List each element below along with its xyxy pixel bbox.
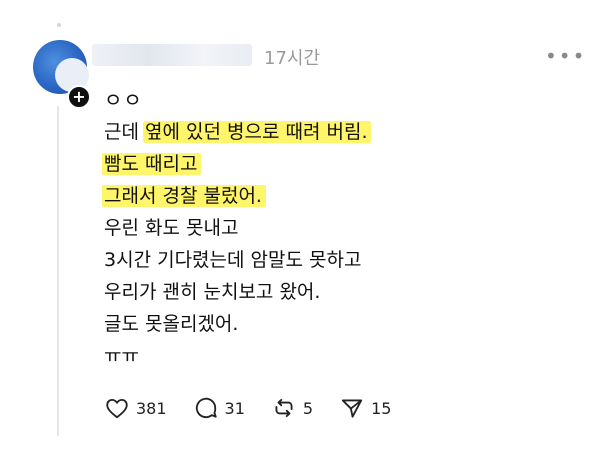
follow-plus-icon[interactable]: + xyxy=(67,85,91,109)
send-icon xyxy=(341,399,363,418)
more-icon[interactable]: ••• xyxy=(545,44,586,68)
comment-count: 31 xyxy=(224,398,245,418)
post-line-1: ㅇㅇ xyxy=(104,88,143,112)
post-line-8: 글도 못올리겠어. xyxy=(104,313,239,335)
username-blurred[interactable] xyxy=(92,44,252,66)
post-line-6: 3시간 기다렸는데 암말도 못하고 xyxy=(104,249,362,271)
repost-count: 5 xyxy=(302,398,314,418)
post-line-2: 근데 옆에 있던 병으로 때려 버림. xyxy=(104,116,372,148)
highlighted-text: 그래서 경찰 불렀어. xyxy=(102,185,266,207)
share-count: 15 xyxy=(371,398,392,418)
post-line-9: ㅠㅠ xyxy=(104,345,139,367)
repost-icon xyxy=(275,398,293,418)
comment-button[interactable]: 31 xyxy=(193,395,245,421)
share-button[interactable]: 15 xyxy=(339,395,391,421)
post-body: ㅇㅇ 근데 옆에 있던 병으로 때려 버림. 빰도 때리고 그래서 경찰 불렀어… xyxy=(102,84,372,372)
thread-top-dot xyxy=(57,23,61,27)
comment-icon xyxy=(195,397,217,418)
post-timestamp: 17시간 xyxy=(264,48,321,69)
highlighted-text: 빰도 때리고 xyxy=(102,153,202,175)
post-line-3: 빰도 때리고 xyxy=(102,148,371,180)
heart-icon xyxy=(106,398,128,419)
post-line-7: 우리가 괜히 눈치보고 왔어. xyxy=(104,281,321,303)
action-bar: 381 31 5 15 xyxy=(104,395,417,421)
post-line-5: 우린 화도 못내고 xyxy=(104,217,239,239)
highlighted-text: 옆에 있던 병으로 때려 버림. xyxy=(143,121,372,143)
like-count: 381 xyxy=(136,398,167,418)
like-button[interactable]: 381 xyxy=(104,395,167,421)
thread-line xyxy=(57,106,59,436)
post-line-4: 그래서 경찰 불렀어. xyxy=(102,180,371,212)
repost-button[interactable]: 5 xyxy=(271,395,313,421)
